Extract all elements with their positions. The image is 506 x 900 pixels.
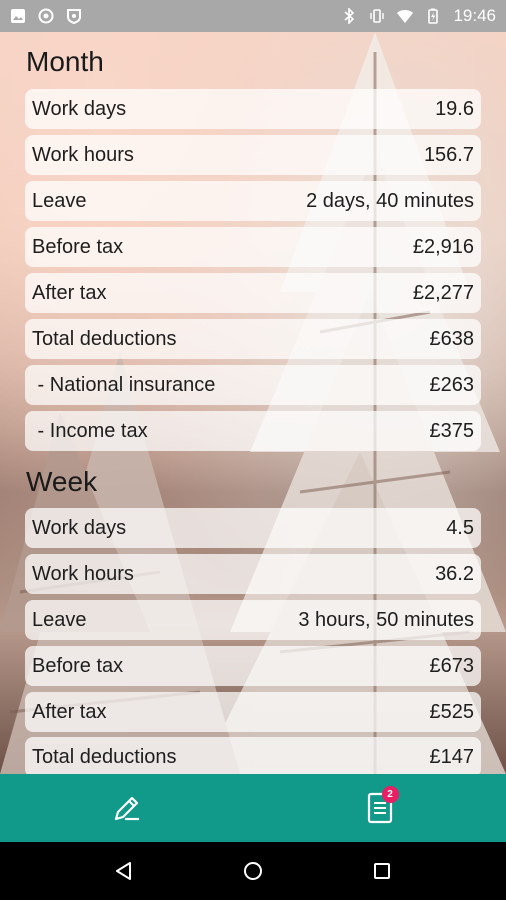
week-row-before-tax: Before tax £673 <box>25 646 481 686</box>
edit-button[interactable] <box>97 778 157 838</box>
row-value: £2,277 <box>412 281 474 304</box>
row-value: 2 days, 40 minutes <box>306 189 474 212</box>
month-row-after-tax: After tax £2,277 <box>25 273 481 313</box>
status-bar: 19:46 <box>0 0 506 32</box>
row-value: £147 <box>429 745 475 768</box>
image-icon <box>11 9 25 23</box>
row-label: Work hours <box>32 143 134 166</box>
main-content[interactable]: Month Work days 19.6 Work hours 156.7 Le… <box>0 32 506 774</box>
row-label: Work days <box>32 97 127 120</box>
week-row-after-tax: After tax £525 <box>25 692 481 732</box>
row-value: 19.6 <box>435 97 474 120</box>
pencil-icon <box>114 796 139 821</box>
notification-badge: 2 <box>381 786 399 803</box>
row-label: Total deductions <box>32 745 177 768</box>
month-row-work-hours: Work hours 156.7 <box>25 135 481 175</box>
row-label: After tax <box>32 281 107 304</box>
month-row-income-tax: - Income tax £375 <box>25 411 481 451</box>
week-row-total-deductions: Total deductions £147 <box>25 737 481 774</box>
row-value: £263 <box>429 373 475 396</box>
system-nav-bar <box>0 842 506 900</box>
row-value: £2,916 <box>412 235 474 258</box>
week-section-title: Week <box>26 466 98 497</box>
row-label: After tax <box>32 700 107 723</box>
back-triangle-icon[interactable] <box>113 860 135 882</box>
status-time: 19:46 <box>453 6 496 25</box>
row-label: Before tax <box>32 654 124 677</box>
week-row-work-hours: Work hours 36.2 <box>25 554 481 594</box>
wifi-icon <box>397 10 414 23</box>
home-circle-icon[interactable] <box>242 860 264 882</box>
bluetooth-icon <box>344 8 355 24</box>
month-section-title: Month <box>26 46 104 77</box>
shield-icon <box>67 9 81 24</box>
record-icon <box>38 8 54 24</box>
row-label: - National insurance <box>32 373 216 396</box>
battery-icon <box>428 8 439 24</box>
row-label: Leave <box>32 189 87 212</box>
week-row-leave: Leave 3 hours, 50 minutes <box>25 600 481 640</box>
row-label: - Income tax <box>32 419 148 442</box>
row-value: £375 <box>429 419 475 442</box>
row-label: Before tax <box>32 235 124 258</box>
row-label: Work days <box>32 516 127 539</box>
row-label: Total deductions <box>32 327 177 350</box>
row-value: £673 <box>429 654 475 677</box>
row-value: 4.5 <box>446 516 474 539</box>
status-right-icons: 19:46 <box>341 6 496 26</box>
row-label: Leave <box>32 608 87 631</box>
week-row-work-days: Work days 4.5 <box>25 508 481 548</box>
vibrate-icon <box>370 9 385 23</box>
row-value: £525 <box>429 700 475 723</box>
month-row-leave: Leave 2 days, 40 minutes <box>25 181 481 221</box>
month-row-before-tax: Before tax £2,916 <box>25 227 481 267</box>
month-row-national-insurance: - National insurance £263 <box>25 365 481 405</box>
month-row-work-days: Work days 19.6 <box>25 89 481 129</box>
recents-square-icon[interactable] <box>371 860 393 882</box>
status-left-icons <box>10 8 82 24</box>
row-label: Work hours <box>32 562 134 585</box>
bottom-app-bar: 2 <box>0 774 506 842</box>
row-value: £638 <box>429 327 475 350</box>
row-value: 36.2 <box>435 562 474 585</box>
month-row-total-deductions: Total deductions £638 <box>25 319 481 359</box>
summary-button[interactable]: 2 <box>350 778 410 838</box>
row-value: 3 hours, 50 minutes <box>298 608 474 631</box>
row-value: 156.7 <box>423 143 474 166</box>
